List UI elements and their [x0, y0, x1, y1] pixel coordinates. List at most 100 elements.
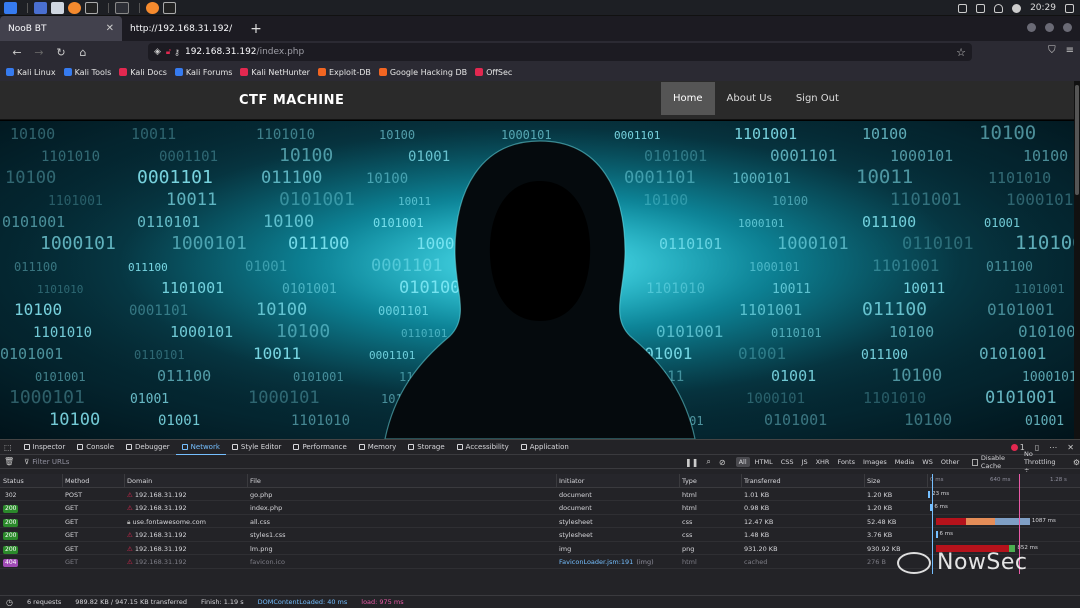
search-icon[interactable]: ⌕ [706, 457, 710, 467]
reload-timer-icon[interactable]: ◷ [6, 598, 13, 607]
pick-element-icon[interactable]: ⬚ [4, 443, 12, 452]
column-header-initiator[interactable]: Initiator [559, 477, 584, 485]
trash-icon[interactable]: 🗑︎ [4, 457, 14, 466]
transferred-cell: 12.47 KB [744, 518, 773, 526]
home-icon[interactable]: ⌂ [72, 46, 94, 59]
devtools-tab-inspector[interactable]: Inspector [18, 440, 72, 455]
table-row[interactable]: 200 GET ⚠ 192.168.31.192 index.php document h… [0, 501, 1080, 515]
filter-type-other[interactable]: Other [938, 457, 962, 467]
devtools-tab-memory[interactable]: Memory [353, 440, 402, 455]
bookmark-item[interactable]: Kali Tools [63, 68, 111, 77]
bookmark-item[interactable]: Google Hacking DB [378, 68, 467, 77]
bookmark-item[interactable]: Kali Linux [6, 68, 56, 77]
column-divider[interactable] [679, 474, 680, 488]
screen-icon[interactable] [958, 3, 968, 13]
tab-index-url[interactable]: http://192.168.31.192/ [122, 16, 244, 41]
firefox-icon[interactable] [68, 1, 81, 14]
scroll-thumb[interactable] [1075, 85, 1079, 195]
column-divider[interactable] [741, 474, 742, 488]
page-scrollbar[interactable] [1074, 81, 1080, 439]
back-icon[interactable]: ← [6, 46, 28, 59]
desktop-icon[interactable] [34, 1, 47, 14]
table-row[interactable]: 200 GET 🔒︎ use.fontawesome.com all.css style… [0, 515, 1080, 528]
filter-type-fonts[interactable]: Fonts [834, 457, 858, 467]
devtools-tab-console[interactable]: Console [71, 440, 120, 455]
nav-about-us[interactable]: About Us [715, 82, 784, 115]
column-header-method[interactable]: Method [65, 477, 89, 485]
column-header-file[interactable]: File [250, 477, 261, 485]
network-settings-icon[interactable]: ⚙ [1073, 458, 1080, 467]
devtools-tab-network[interactable]: Network [175, 440, 226, 455]
throttling-select[interactable]: No Throttling ÷ [1024, 450, 1061, 474]
filter-type-images[interactable]: Images [860, 457, 890, 467]
filter-type-ws[interactable]: WS [919, 457, 936, 467]
bookmark-item[interactable]: Exploit-DB [317, 68, 371, 77]
file-manager-icon[interactable] [51, 1, 64, 14]
error-icon[interactable] [1010, 444, 1018, 451]
devtools-tab-application[interactable]: Application [515, 440, 575, 455]
initiator-text[interactable]: FaviconLoader.jsm:191 [559, 558, 633, 566]
bookmark-item[interactable]: Kali NetHunter [240, 68, 310, 77]
new-tab-button[interactable]: + [244, 16, 268, 41]
display-icon[interactable] [976, 3, 986, 13]
bookmark-star-icon[interactable]: ☆ [956, 46, 966, 59]
pause-icon[interactable]: ❚❚ [685, 458, 698, 467]
taskbar-terminal-icon[interactable] [163, 1, 176, 14]
column-header-size[interactable]: Size [867, 477, 880, 485]
column-divider[interactable] [556, 474, 557, 488]
insecure-lock-icon[interactable]: 🔓︎ [166, 47, 171, 57]
minimize-icon[interactable] [1027, 23, 1036, 32]
taskbar-firefox-icon[interactable] [146, 1, 159, 14]
column-divider[interactable] [247, 474, 248, 488]
lock-icon[interactable] [1065, 3, 1074, 13]
column-header-transferred[interactable]: Transferred [744, 477, 781, 485]
power-icon[interactable] [1012, 3, 1022, 13]
block-icon[interactable]: ⊘ [719, 458, 726, 467]
reload-icon[interactable]: ↻ [50, 46, 72, 59]
devtools-tab-debugger[interactable]: Debugger [120, 440, 176, 455]
filter-type-media[interactable]: Media [892, 457, 918, 467]
bookmark-item[interactable]: OffSec [475, 68, 512, 77]
filter-type-css[interactable]: CSS [778, 457, 797, 467]
permissions-icon[interactable]: ⚷ [174, 48, 180, 57]
devtools-tab-storage[interactable]: Storage [402, 440, 450, 455]
column-divider[interactable] [124, 474, 125, 488]
filter-type-all[interactable]: All [735, 457, 750, 467]
checkbox[interactable] [972, 458, 978, 466]
devtools-tab-style-editor[interactable]: Style Editor [226, 440, 288, 455]
url-bar[interactable]: ◈ 🔓︎ ⚷ 192.168.31.192/index.php ☆ [148, 43, 972, 61]
shield-icon[interactable]: ◈ [154, 47, 161, 57]
column-header-status[interactable]: Status [3, 477, 24, 485]
close-icon[interactable]: ✕ [106, 23, 114, 34]
workspace-icon[interactable] [115, 1, 129, 14]
filter-type-xhr[interactable]: XHR [813, 457, 833, 467]
bell-icon[interactable] [994, 3, 1004, 13]
menu-icon[interactable]: ≡ [1066, 45, 1074, 56]
terminal-icon[interactable] [85, 1, 98, 14]
table-row[interactable]: 200 GET ⚠ 192.168.31.192 styles1.css stylesh… [0, 528, 1080, 542]
column-divider[interactable] [927, 474, 928, 488]
devtools-tab-performance[interactable]: Performance [287, 440, 352, 455]
pocket-icon[interactable]: ⛉ [1048, 45, 1056, 56]
filter-type-html[interactable]: HTML [752, 457, 776, 467]
bookmark-item[interactable]: Kali Forums [174, 68, 232, 77]
column-divider[interactable] [62, 474, 63, 488]
close-window-icon[interactable] [1063, 23, 1072, 32]
table-row[interactable]: 302 POST ⚠ 192.168.31.192 go.php document htm… [0, 488, 1080, 501]
maximize-icon[interactable] [1045, 23, 1054, 32]
bookmark-item[interactable]: Kali Docs [119, 68, 167, 77]
type-text: html [682, 490, 697, 499]
column-divider[interactable] [864, 474, 865, 488]
close-devtools-icon[interactable]: ✕ [1067, 443, 1074, 452]
devtools-tab-accessibility[interactable]: Accessibility [451, 440, 515, 455]
column-header-type[interactable]: Type [682, 477, 697, 485]
nav-sign-out[interactable]: Sign Out [784, 82, 851, 115]
kali-menu-icon[interactable] [4, 1, 17, 14]
nav-home[interactable]: Home [661, 82, 715, 115]
column-header-domain[interactable]: Domain [127, 477, 152, 485]
filter-type-js[interactable]: JS [799, 457, 811, 467]
disable-cache-checkbox[interactable]: Disable Cache [972, 454, 1014, 470]
tab-nooB-bt[interactable]: NooB BT ✕ [0, 16, 122, 41]
filter-urls-input[interactable]: Filter URLs [32, 458, 69, 466]
forward-icon[interactable]: → [28, 46, 50, 59]
